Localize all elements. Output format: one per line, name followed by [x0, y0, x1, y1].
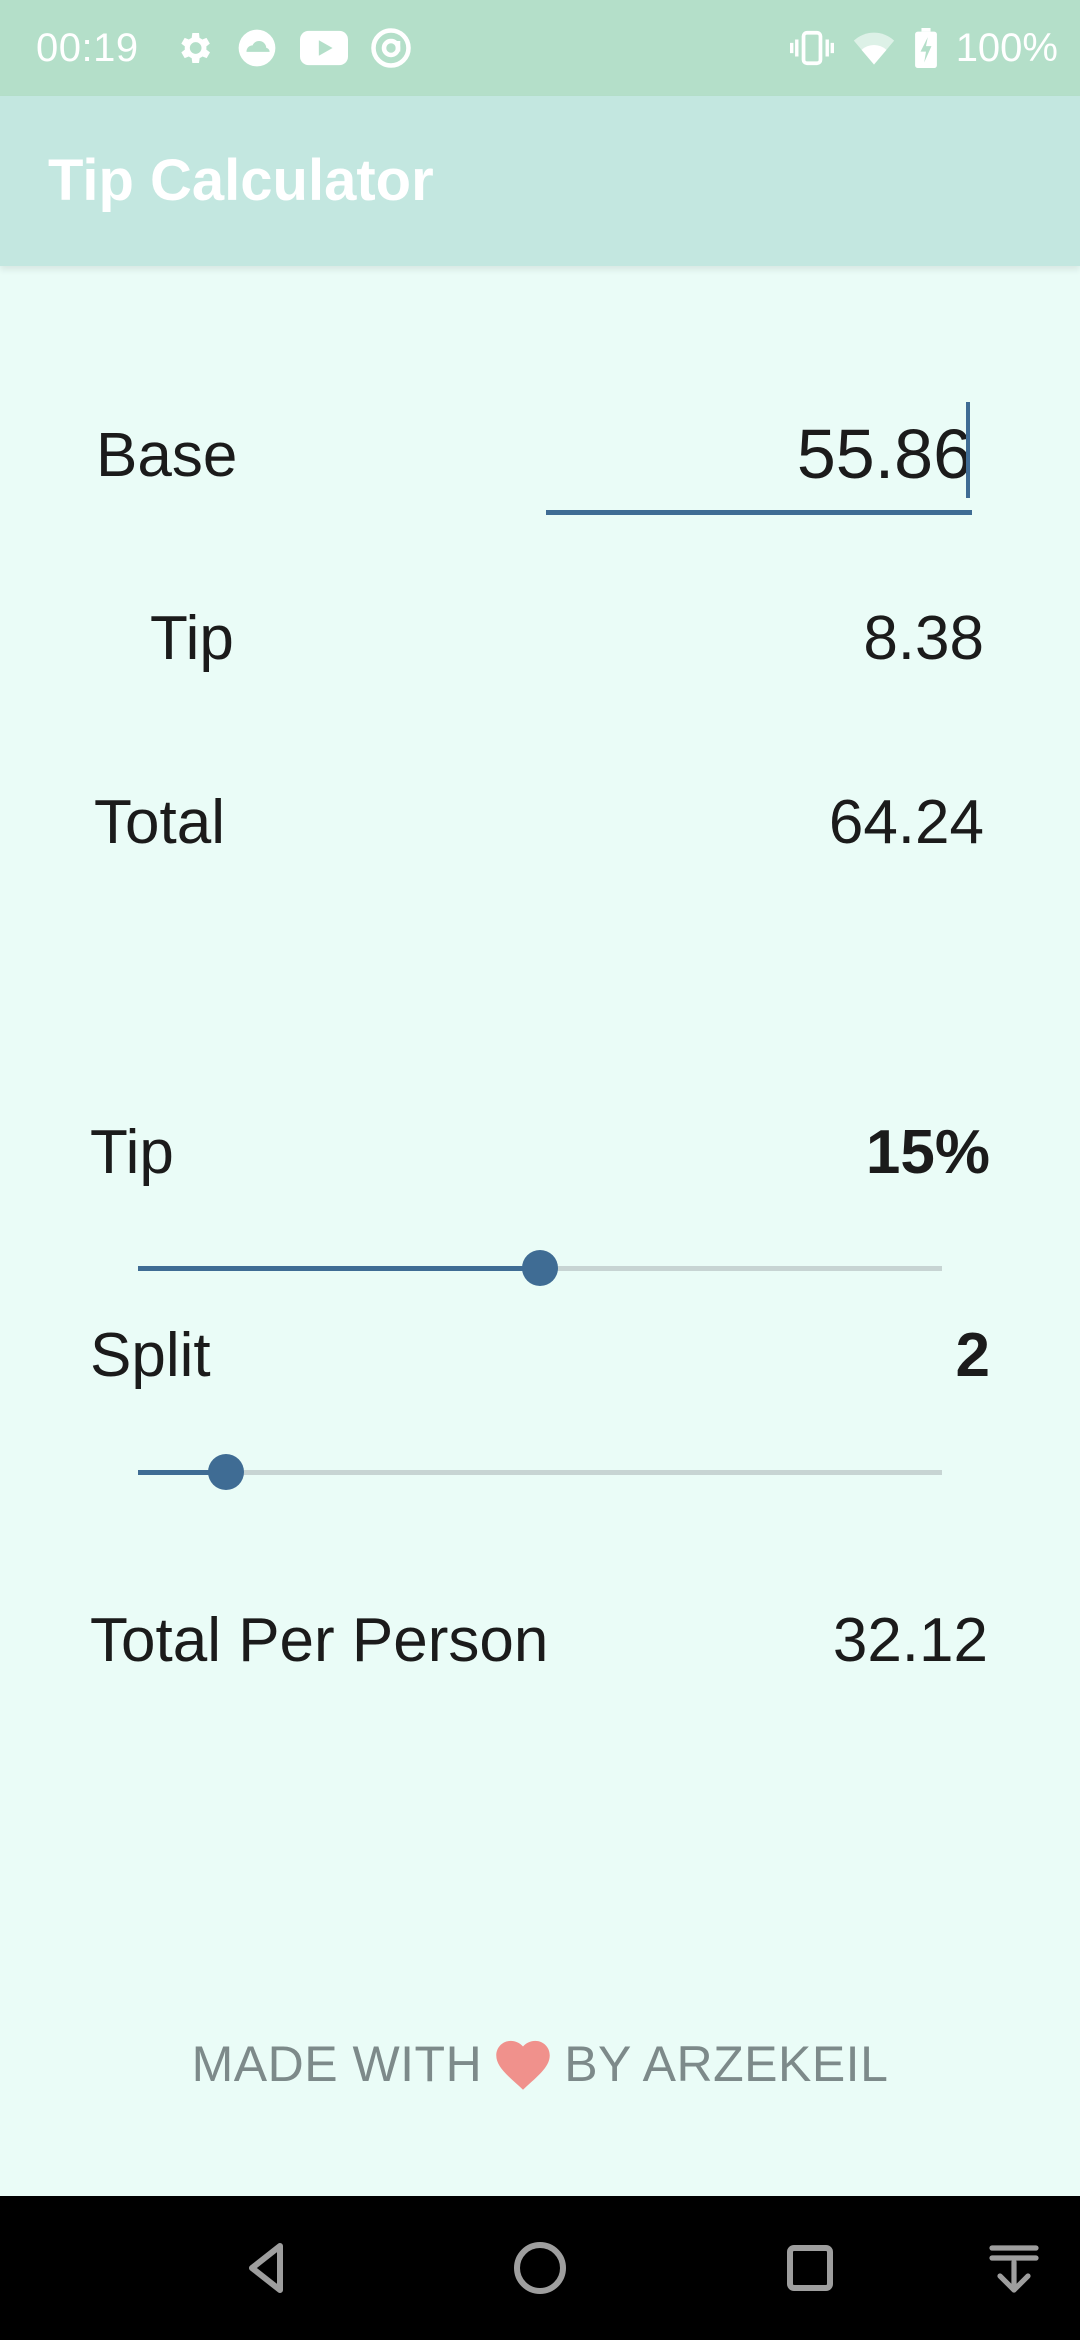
gear-icon: [181, 33, 210, 63]
at-sign-icon: [371, 28, 411, 68]
recents-icon[interactable]: [778, 2236, 842, 2300]
battery-charging-icon: [914, 28, 937, 68]
slider-thumb[interactable]: [208, 1454, 245, 1490]
page-title: Tip Calculator: [48, 148, 434, 213]
split-slider[interactable]: [138, 1452, 942, 1492]
heart-icon: [496, 2040, 550, 2090]
tip-percent-label: Tip: [90, 1118, 174, 1187]
tip-percent-slider[interactable]: [138, 1248, 942, 1288]
tip-percent-value: 15%: [865, 1118, 990, 1187]
slider-thumb[interactable]: [522, 1250, 558, 1286]
cloud-sync-icon: [238, 29, 276, 67]
vibrate-icon: [789, 30, 834, 66]
tip-amount-label: Tip: [150, 604, 234, 673]
split-label: Split: [90, 1321, 211, 1390]
tip-amount-value: 8.38: [863, 604, 984, 673]
per-person-value: 32.12: [832, 1606, 988, 1675]
battery-percent: 100%: [955, 26, 1058, 70]
footer-credit: MADE WITH BY ARZEKEIL: [0, 2032, 1080, 2096]
status-bar: 00:19 100%: [0, 0, 1080, 96]
slider-fill: [138, 1266, 540, 1271]
slider-track: [138, 1470, 942, 1475]
notification-drawer-icon[interactable]: [982, 2236, 1046, 2300]
base-amount-value: 55.86: [796, 415, 972, 493]
footer-suffix: BY ARZEKEIL: [564, 2036, 889, 2092]
split-value: 2: [955, 1321, 990, 1390]
total-label: Total: [94, 788, 225, 857]
status-icons-left: [174, 24, 412, 72]
app-bar: Tip Calculator: [0, 96, 1080, 266]
home-icon[interactable]: [508, 2236, 572, 2300]
base-label: Base: [96, 421, 238, 490]
text-caret: [966, 402, 970, 498]
base-amount-input[interactable]: 55.86: [546, 400, 972, 515]
total-value: 64.24: [828, 788, 984, 857]
wifi-icon: [853, 32, 894, 65]
status-time: 00:19: [36, 26, 139, 70]
navigation-bar: [0, 2196, 1080, 2340]
footer-prefix: MADE WITH: [191, 2036, 483, 2092]
youtube-icon: [300, 30, 348, 66]
back-icon[interactable]: [236, 2236, 300, 2300]
per-person-label: Total Per Person: [90, 1606, 549, 1675]
status-icons-right: 100%: [789, 24, 1058, 72]
